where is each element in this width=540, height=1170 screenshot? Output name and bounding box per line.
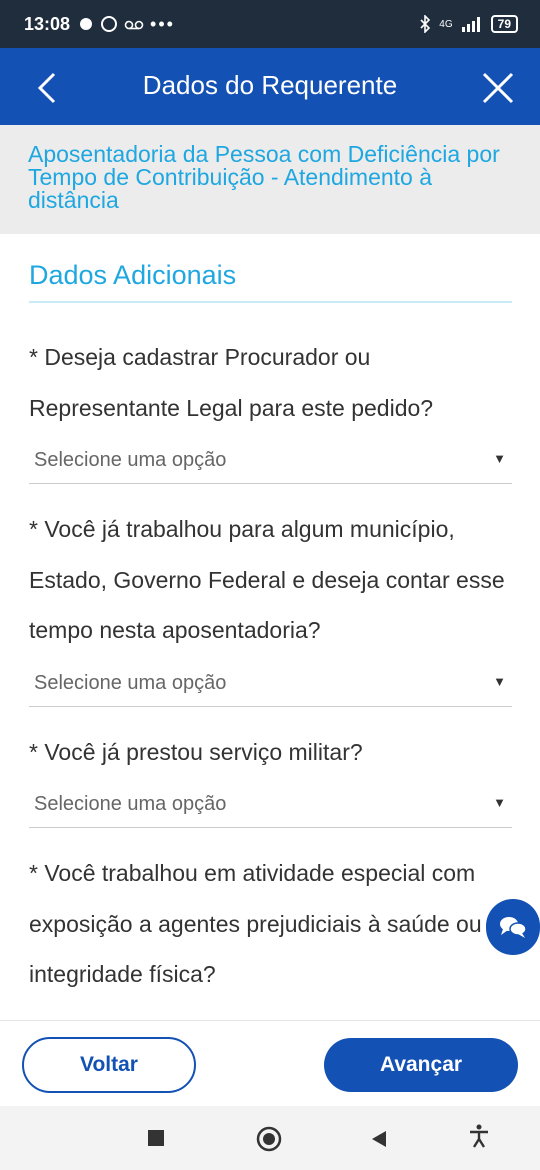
form-content: Dados Adicionais * Deseja cadastrar Proc… (29, 234, 512, 1000)
accessibility-button[interactable] (468, 1124, 490, 1153)
whatsapp-icon (101, 16, 118, 32)
chat-bubble-icon (80, 18, 93, 30)
status-right: 4G 79 (419, 0, 518, 48)
close-icon (482, 72, 514, 104)
select-value: Selecione uma opção (34, 449, 227, 471)
recent-apps-button[interactable] (148, 1130, 164, 1151)
accessibility-icon (470, 1124, 488, 1148)
service-title: Aposentadoria da Pessoa com Deficiência … (28, 141, 500, 213)
more-notifications-icon: ••• (150, 13, 175, 34)
action-bar: Voltar Avançar (0, 1020, 540, 1107)
section-title: Dados Adicionais (29, 260, 512, 303)
signal-icon (461, 17, 480, 32)
back-nav-button[interactable] (370, 1130, 388, 1153)
app-header: Dados do Requerente (0, 48, 540, 125)
network-type: 4G (439, 18, 453, 30)
home-button[interactable] (256, 1126, 282, 1157)
home-circle-icon (256, 1126, 282, 1152)
status-bar: 13:08 ••• 4G 79 (0, 0, 540, 48)
close-button[interactable] (478, 68, 518, 108)
question-procurador: * Deseja cadastrar Procurador ou Represe… (29, 344, 434, 421)
voltar-button[interactable]: Voltar (22, 1037, 196, 1093)
square-icon (148, 1130, 164, 1146)
triangle-back-icon (372, 1131, 386, 1147)
page-title: Dados do Requerente (142, 70, 398, 100)
system-nav-bar (0, 1106, 540, 1170)
select-servico-militar[interactable]: Selecione uma opção ▼ (29, 781, 512, 828)
voicemail-icon (124, 20, 144, 30)
service-banner: Aposentadoria da Pessoa com Deficiência … (0, 125, 540, 234)
dropdown-arrow-icon: ▼ (493, 673, 506, 689)
dropdown-arrow-icon: ▼ (493, 451, 506, 466)
dropdown-arrow-icon: ▼ (493, 795, 506, 810)
select-procurador[interactable]: Selecione uma opção ▼ (29, 437, 512, 484)
question-atividade-especial: * Você trabalhou em atividade especial c… (29, 860, 501, 987)
select-value: Selecione uma opção (34, 671, 227, 694)
question-servico-publico: * Você já trabalhou para algum município… (29, 516, 505, 643)
avancar-button[interactable]: Avançar (324, 1038, 518, 1092)
select-servico-publico[interactable]: Selecione uma opção ▼ (29, 660, 512, 707)
question-servico-militar: * Você já prestou serviço militar? (29, 738, 363, 765)
chat-icon (500, 917, 527, 938)
battery-level: 79 (490, 15, 518, 33)
select-value: Selecione uma opção (34, 793, 227, 815)
status-time: 13:08 (24, 13, 71, 34)
bluetooth-icon (420, 15, 431, 33)
chat-button[interactable] (486, 899, 540, 955)
notification-icons: ••• (78, 14, 175, 35)
